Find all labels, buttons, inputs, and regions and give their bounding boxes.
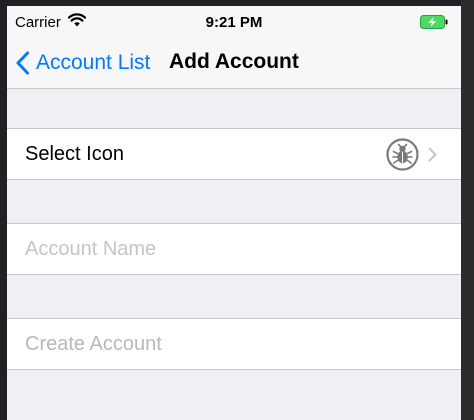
page-title: Add Account — [169, 50, 299, 73]
phone-screen: Carrier 9:21 PM Account List Add Account… — [7, 6, 461, 420]
bug-icon — [386, 138, 419, 171]
window-edge — [461, 0, 474, 420]
chevron-right-icon — [428, 147, 437, 162]
battery-charging-icon — [420, 15, 448, 29]
select-icon-row[interactable]: Select Icon — [7, 128, 461, 180]
chevron-left-icon — [16, 51, 29, 75]
select-icon-label: Select Icon — [25, 143, 124, 165]
account-name-row — [7, 223, 461, 275]
back-button-label: Account List — [36, 51, 151, 74]
back-button[interactable]: Account List — [15, 48, 150, 78]
create-account-button[interactable]: Create Account — [25, 333, 162, 356]
create-account-row: Create Account — [7, 318, 461, 370]
status-time: 9:21 PM — [205, 14, 263, 31]
status-bar: Carrier 9:21 PM — [7, 6, 461, 38]
navigation-bar: Account List Add Account — [7, 38, 461, 89]
account-name-input[interactable] — [25, 234, 435, 264]
